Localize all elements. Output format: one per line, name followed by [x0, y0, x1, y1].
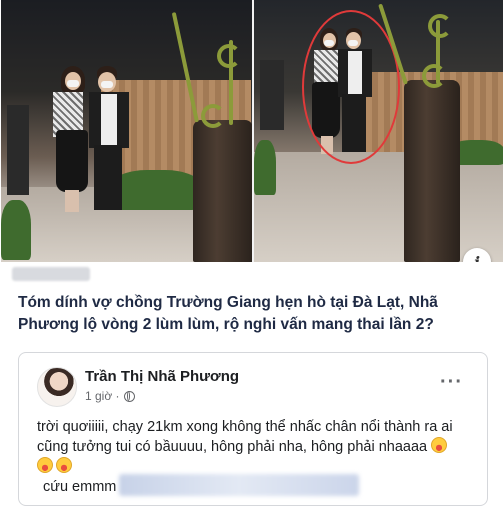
fern-curl — [422, 64, 446, 88]
photo-panel-left — [1, 0, 252, 262]
laughing-emoji-icon — [56, 457, 72, 473]
post-text: trời quơiiiii, chạy 21km xong không thể … — [37, 419, 453, 455]
tree-trunk — [193, 120, 252, 262]
globe-icon — [123, 390, 135, 402]
blurred-text — [119, 474, 359, 496]
news-photo — [1, 0, 503, 262]
photo-panel-right — [254, 0, 503, 262]
post-timestamp: 1 giờ · — [85, 389, 135, 403]
fern-curl — [201, 104, 225, 128]
hedge-left — [254, 140, 276, 195]
fern-curl — [217, 44, 241, 68]
gravel-path — [254, 152, 503, 262]
more-options-button[interactable]: ··· — [440, 371, 463, 394]
blurred-source — [12, 267, 90, 281]
hedge-left — [1, 200, 31, 260]
post-signature: cứu emmm — [43, 479, 117, 495]
post-author[interactable]: Trần Thị Nhã Phương — [85, 368, 239, 385]
hedge — [111, 170, 201, 210]
post-time[interactable]: 1 giờ · — [85, 389, 120, 403]
post-body: trời quơiiiii, chạy 21km xong không thể … — [37, 417, 477, 477]
laughing-emoji-icon — [37, 457, 53, 473]
fern-curl — [428, 14, 452, 38]
laughing-emoji-icon — [431, 437, 448, 453]
article-headline[interactable]: Tóm dính vợ chồng Trường Giang hẹn hò tạ… — [18, 292, 498, 336]
avatar[interactable] — [37, 367, 77, 407]
facebook-post-card: Trần Thị Nhã Phương 1 giờ · ··· trời quơ… — [18, 352, 488, 506]
highlight-circle — [302, 10, 400, 164]
article-meta — [0, 262, 503, 286]
tree-trunk — [404, 80, 460, 262]
